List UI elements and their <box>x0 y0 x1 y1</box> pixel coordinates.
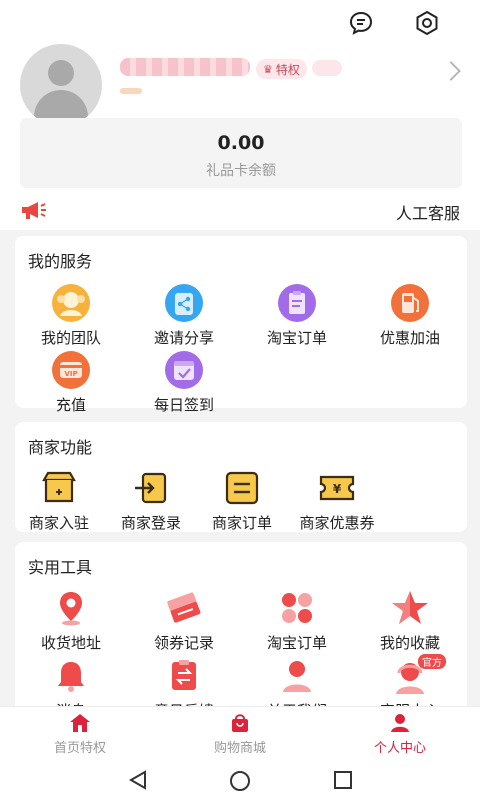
official-tag: 官方 <box>418 654 446 669</box>
nav-shop[interactable]: 购物商城 <box>160 713 320 756</box>
star-icon <box>390 588 430 628</box>
service-item-share[interactable]: 邀请分享 <box>128 283 240 348</box>
service-label: 充值 <box>55 396 86 414</box>
location-icon <box>51 588 91 628</box>
order-icon <box>277 283 317 323</box>
merchant-card: 商家功能 商家入驻 商家登录 商家订单 ¥ 商家优惠券 <box>15 422 467 532</box>
balance-card[interactable]: 0.00 礼品卡余额 <box>20 118 462 188</box>
home-circle-icon[interactable] <box>229 770 251 796</box>
system-nav-bar <box>0 760 480 800</box>
tool-item-address[interactable]: 收货地址 <box>15 588 127 653</box>
shopping-bag-icon <box>160 713 320 733</box>
avatar[interactable] <box>20 44 102 126</box>
feedback-icon <box>164 656 204 696</box>
crown-icon: ♛ <box>263 62 273 76</box>
team-icon <box>51 283 91 323</box>
home-icon <box>0 713 160 733</box>
share-icon <box>164 283 204 323</box>
ticket-icon <box>164 588 204 628</box>
service-label: 每日签到 <box>153 396 214 414</box>
bottom-nav: 首页特权 购物商城 个人中心 <box>0 706 480 760</box>
back-icon[interactable] <box>128 770 148 794</box>
username-extra-blurred <box>312 60 342 76</box>
tool-label: 我的收藏 <box>379 634 440 652</box>
notice-text: 人工客服 <box>396 204 461 223</box>
nav-profile[interactable]: 个人中心 <box>320 713 480 756</box>
grid-icon <box>277 588 317 628</box>
top-toolbar <box>348 10 440 36</box>
bell-icon <box>51 656 91 696</box>
services-card: 我的服务 我的团队 邀请分享 淘宝订单 优惠加油 VIP 充值 每日签到 <box>15 236 467 414</box>
balance-value: 0.00 <box>217 132 265 154</box>
privilege-badge[interactable]: ♛ 特权 <box>256 59 307 79</box>
service-label: 我的团队 <box>40 329 101 347</box>
service-item-fuel[interactable]: 优惠加油 <box>354 283 466 348</box>
tools-card: 实用工具 收货地址 领券记录 淘宝订单 我的收藏 消息 意见反馈 <box>15 542 467 712</box>
merchant-title: 商家功能 <box>28 438 93 457</box>
tool-label: 淘宝订单 <box>266 634 327 652</box>
notice-bar[interactable]: 人工客服 <box>0 196 480 224</box>
nav-label: 个人中心 <box>373 741 426 756</box>
tool-item-customer-service[interactable]: 官方 客服中心 <box>354 654 466 712</box>
message-icon[interactable] <box>348 10 374 36</box>
login-icon <box>131 468 171 508</box>
svg-text:¥: ¥ <box>333 482 342 496</box>
merchant-label: 商家优惠券 <box>299 514 375 532</box>
svg-text:VIP: VIP <box>64 370 77 378</box>
megaphone-icon <box>20 200 50 224</box>
username-blurred <box>120 58 250 76</box>
service-label: 优惠加油 <box>379 329 440 347</box>
profile-icon <box>320 713 480 733</box>
recent-apps-icon[interactable] <box>333 770 353 794</box>
calendar-checkin-icon <box>164 350 204 390</box>
store-icon <box>39 468 79 508</box>
tools-title: 实用工具 <box>28 558 93 577</box>
nav-label: 首页特权 <box>53 741 106 756</box>
nav-label: 购物商城 <box>213 741 266 756</box>
service-item-taobao-orders[interactable]: 淘宝订单 <box>241 283 353 348</box>
tool-item-about[interactable]: 关于我们 <box>241 656 353 712</box>
tool-item-messages[interactable]: 消息 <box>15 656 127 712</box>
services-title: 我的服务 <box>28 252 93 271</box>
headset-icon: 官方 <box>390 654 446 696</box>
user-id-blurred <box>120 88 142 94</box>
tool-item-favorites[interactable]: 我的收藏 <box>354 588 466 653</box>
merchant-item-coupons[interactable]: ¥ 商家优惠券 <box>277 468 397 533</box>
nav-home[interactable]: 首页特权 <box>0 713 160 756</box>
tool-item-taobao-orders[interactable]: 淘宝订单 <box>241 588 353 653</box>
coupon-icon: ¥ <box>317 468 357 508</box>
tool-label: 收货地址 <box>40 634 101 652</box>
merchant-order-icon <box>222 468 262 508</box>
service-label: 邀请分享 <box>153 329 214 347</box>
fuel-icon <box>390 283 430 323</box>
balance-label: 礼品卡余额 <box>206 163 276 179</box>
service-item-team[interactable]: 我的团队 <box>15 283 127 348</box>
tool-label: 领券记录 <box>153 634 214 652</box>
badge-label: 特权 <box>275 62 300 77</box>
vip-recharge-icon: VIP <box>51 350 91 390</box>
service-label: 淘宝订单 <box>266 329 327 347</box>
tool-item-coupon-records[interactable]: 领券记录 <box>128 588 240 653</box>
person-icon <box>277 656 317 696</box>
tool-item-feedback[interactable]: 意见反馈 <box>128 656 240 712</box>
service-item-recharge[interactable]: VIP 充值 <box>15 350 127 415</box>
service-item-checkin[interactable]: 每日签到 <box>128 350 240 415</box>
settings-icon[interactable] <box>414 10 440 36</box>
